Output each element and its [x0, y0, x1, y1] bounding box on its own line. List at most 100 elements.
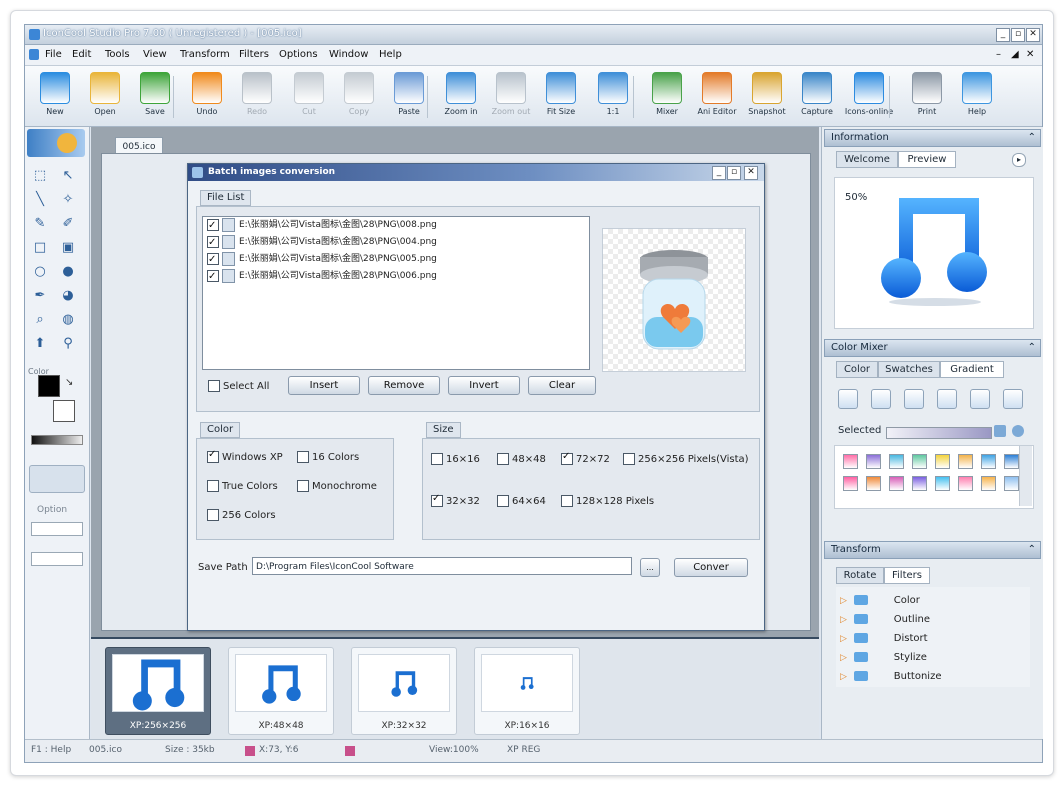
tab-color[interactable]: Color [836, 361, 878, 378]
select-all-box[interactable] [208, 380, 220, 392]
gradient-swatch[interactable] [1004, 454, 1019, 469]
thumbnail-2[interactable]: XP:32×32 [351, 647, 457, 735]
gradient-swatch[interactable] [912, 476, 927, 491]
tab-swatches[interactable]: Swatches [878, 361, 940, 378]
option-checkbox[interactable] [431, 453, 443, 465]
expand-arrow-icon[interactable]: ▷ [840, 672, 850, 682]
zoom-tool-icon[interactable]: ⌕ [31, 311, 49, 329]
preview-menu-icon[interactable]: ▸ [1012, 153, 1026, 167]
option-windows-xp[interactable]: Windows XP [207, 449, 283, 463]
linear-gradient-icon[interactable] [838, 389, 858, 409]
toolbar-button-undo[interactable]: Undo [181, 72, 233, 116]
clear-button[interactable]: Clear [528, 376, 596, 395]
toolbar-button-fit-size[interactable]: Fit Size [535, 72, 587, 116]
expand-arrow-icon[interactable]: ▷ [840, 615, 850, 625]
color-group-tab[interactable]: Color [200, 422, 241, 438]
toolbar-button-ani-editor[interactable]: Ani Editor [691, 72, 743, 116]
doc-restore-button[interactable]: ◢ [1011, 49, 1019, 60]
file-checkbox[interactable] [207, 251, 219, 268]
file-list-tab[interactable]: File List [200, 190, 252, 206]
option-64-64[interactable]: 64×64 [497, 495, 546, 507]
brush-size-slider[interactable] [31, 435, 83, 445]
gradient-swatch[interactable] [889, 476, 904, 491]
file-list-item[interactable]: E:\张丽娟\公司Vista图标\金图\28\PNG\008.png [203, 217, 589, 234]
menu-window[interactable]: Window [329, 49, 368, 60]
tab-rotate[interactable]: Rotate [836, 567, 884, 584]
browse-button[interactable]: ... [640, 558, 660, 577]
toolbar-button-help[interactable]: Help [951, 72, 1003, 116]
doc-minimize-button[interactable]: – [996, 49, 1001, 60]
option-32-32[interactable]: 32×32 [431, 493, 480, 507]
diamond-gradient-icon[interactable] [937, 389, 957, 409]
magic-wand-icon[interactable]: ✧ [59, 191, 77, 209]
doc-close-button[interactable]: ✕ [1026, 49, 1034, 60]
option-16-16[interactable]: 16×16 [431, 453, 480, 465]
toolbar-button-print[interactable]: Print [901, 72, 953, 116]
dialog-minimize-button[interactable]: _ [712, 166, 726, 180]
menu-help[interactable]: Help [379, 49, 402, 60]
size-group-tab[interactable]: Size [426, 422, 461, 438]
option-monochrome[interactable]: Monochrome [297, 480, 377, 492]
line-icon[interactable]: ╲ [31, 191, 49, 209]
foreground-color-swatch[interactable] [38, 375, 60, 397]
option-256-colors[interactable]: 256 Colors [207, 509, 276, 521]
filter-item-distort[interactable]: ▷ Distort [840, 629, 1026, 648]
gradient-swatch[interactable] [1004, 476, 1019, 491]
option-checkbox[interactable] [207, 509, 219, 521]
expand-arrow-icon[interactable]: ▷ [840, 634, 850, 644]
tab-filters[interactable]: Filters [884, 567, 930, 584]
option-16-colors[interactable]: 16 Colors [297, 451, 359, 463]
swap-colors-icon[interactable]: ↘ [65, 377, 73, 388]
thumbnail-1[interactable]: XP:48×48 [228, 647, 334, 735]
selected-gradient-bar[interactable] [886, 427, 992, 439]
gradient-swatch[interactable] [843, 454, 858, 469]
menu-filters[interactable]: Filters [239, 49, 269, 60]
menu-transform[interactable]: Transform [180, 49, 230, 60]
insert-button[interactable]: Insert [288, 376, 360, 395]
option-72-72[interactable]: 72×72 [561, 451, 610, 465]
paint-tool-icon[interactable]: ⬆ [31, 335, 49, 353]
option-256-256-pixels-vista-[interactable]: 256×256 Pixels(Vista) [623, 453, 749, 465]
gradient-swatch[interactable] [935, 476, 950, 491]
option-48-48[interactable]: 48×48 [497, 453, 546, 465]
option-checkbox[interactable] [561, 495, 573, 507]
gradient-add-icon[interactable] [1012, 425, 1024, 437]
file-checkbox[interactable] [207, 268, 219, 285]
filter-item-outline[interactable]: ▷ Outline [840, 610, 1026, 629]
toolbar-button-icons-online[interactable]: Icons-online [843, 72, 895, 116]
menu-edit[interactable]: Edit [72, 49, 91, 60]
gradient-edit-icon[interactable] [994, 425, 1006, 437]
toolbar-button-capture[interactable]: Capture [791, 72, 843, 116]
transform-tool-button[interactable] [29, 465, 85, 493]
dialog-close-button[interactable]: ✕ [744, 166, 758, 180]
menu-file[interactable]: File [45, 49, 62, 60]
file-checkbox[interactable] [207, 234, 219, 251]
gradient-swatch[interactable] [981, 454, 996, 469]
dialog-maximize-button[interactable]: ▫ [727, 166, 741, 180]
toolbar-button-new[interactable]: New [29, 72, 81, 116]
radial-gradient-icon[interactable] [871, 389, 891, 409]
file-list[interactable]: E:\张丽娟\公司Vista图标\金图\28\PNG\008.png E:\张丽娟… [202, 216, 590, 370]
marquee-select-icon[interactable]: ⬚ [31, 167, 49, 185]
minimize-button[interactable]: _ [996, 28, 1010, 42]
expand-arrow-icon[interactable]: ▷ [840, 653, 850, 663]
square-gradient-icon[interactable] [970, 389, 990, 409]
gradient-swatch[interactable] [866, 476, 881, 491]
toolbar-button-zoom-in[interactable]: Zoom in [435, 72, 487, 116]
option-checkbox[interactable] [497, 453, 509, 465]
filled-ellipse-icon[interactable]: ● [59, 263, 77, 281]
toolbar-button-mixer[interactable]: Mixer [641, 72, 693, 116]
maximize-button[interactable]: ▫ [1011, 28, 1025, 42]
toolbar-button-open[interactable]: Open [79, 72, 131, 116]
select-all-checkbox[interactable]: Select All [208, 380, 269, 392]
file-list-item[interactable]: E:\张丽娟\公司Vista图标\金图\28\PNG\005.png [203, 251, 589, 268]
ellipse-icon[interactable]: ○ [31, 263, 49, 281]
eyedropper-icon[interactable]: ✒ [31, 287, 49, 305]
rectangle-icon[interactable]: □ [31, 239, 49, 257]
option-checkbox[interactable] [207, 480, 219, 492]
option-box-2[interactable] [31, 552, 83, 566]
background-color-swatch[interactable] [53, 400, 75, 422]
gradient-icon[interactable]: ◍ [59, 311, 77, 329]
invert-button[interactable]: Invert [448, 376, 520, 395]
swatch-scrollbar[interactable] [1019, 446, 1032, 506]
